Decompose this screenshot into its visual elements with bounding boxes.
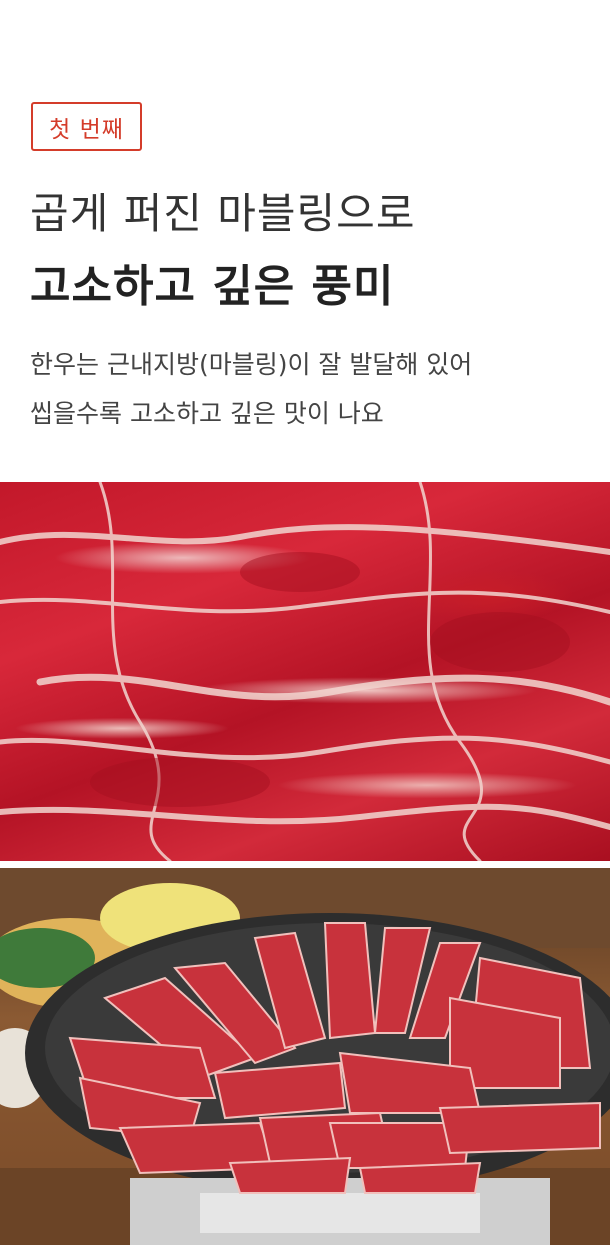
description-line-1: 한우는 근내지방(마블링)이 잘 발달해 있어	[30, 350, 473, 379]
headline-line-1: 곱게 퍼진 마블링으로	[30, 189, 416, 238]
headline-line-2: 고소하고 깊은 풍미	[30, 261, 395, 312]
step-badge: 첫 번째	[31, 102, 142, 151]
raw-marbled-beef-photo	[0, 482, 610, 861]
description-line-2: 씹을수록 고소하고 깊은 맛이 나요	[30, 399, 384, 428]
grilled-beef-on-pan-photo	[0, 868, 610, 1245]
